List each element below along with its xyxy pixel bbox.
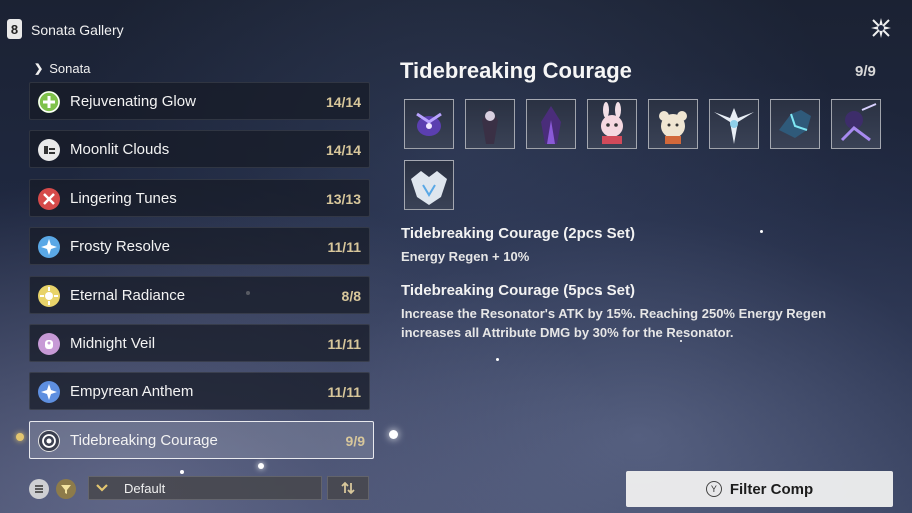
close-sparkle-icon[interactable] bbox=[868, 15, 894, 41]
sonata-count: 14/14 bbox=[325, 94, 361, 110]
sonata-name: Tidebreaking Courage bbox=[70, 431, 218, 449]
filter-comp-label: Filter Comp bbox=[729, 480, 814, 498]
star-decoration bbox=[760, 230, 763, 233]
funnel-icon[interactable] bbox=[56, 479, 76, 499]
echo-card[interactable] bbox=[465, 99, 515, 149]
detail-count: 9/9 bbox=[855, 63, 876, 80]
sonata-item-moonlit-clouds[interactable]: Moonlit Clouds 14/14 bbox=[29, 130, 370, 169]
star-decoration bbox=[389, 430, 398, 439]
sonata-list: Rejuvenating Glow 14/14 Moonlit Clouds 1… bbox=[29, 82, 374, 469]
target-icon bbox=[38, 429, 60, 452]
bonus-2pc-title: Tidebreaking Courage (2pcs Set) bbox=[401, 225, 635, 242]
sun-icon bbox=[38, 284, 60, 307]
sonata-item-empyrean-anthem[interactable]: Empyrean Anthem 11/11 bbox=[29, 372, 370, 411]
breadcrumb[interactable]: ❯ Sonata bbox=[34, 61, 90, 76]
chevron-right-icon: ❯ bbox=[34, 63, 44, 75]
star-decoration bbox=[180, 470, 184, 474]
sonata-name: Moonlit Clouds bbox=[70, 141, 170, 159]
echo-card[interactable] bbox=[709, 99, 759, 149]
sonata-count: 8/8 bbox=[341, 287, 361, 304]
sonata-name: Frosty Resolve bbox=[70, 238, 171, 256]
sonata-item-lingering-tunes[interactable]: Lingering Tunes 13/13 bbox=[29, 178, 370, 217]
bonus-5pc-title: Tidebreaking Courage (5pcs Set) bbox=[401, 282, 635, 299]
sort-select[interactable]: Default bbox=[88, 476, 322, 500]
echo-card[interactable] bbox=[831, 99, 881, 149]
sonata-count: 14/14 bbox=[325, 142, 361, 159]
list-icon[interactable] bbox=[29, 479, 49, 499]
crossed-swords-icon bbox=[38, 187, 60, 210]
bonus-5pc-text: Increase the Resonator's ATK by 15%. Rea… bbox=[401, 306, 827, 340]
sort-value: Default bbox=[124, 481, 166, 496]
sonata-count: 13/13 bbox=[325, 190, 361, 207]
breadcrumb-label: Sonata bbox=[49, 61, 91, 76]
selection-indicator bbox=[16, 433, 24, 441]
app-badge-icon: 8 bbox=[7, 19, 22, 39]
key-hint-icon: Y bbox=[705, 481, 722, 497]
bottom-toolbar: Default bbox=[29, 476, 374, 502]
top-bar: 8 Sonata Gallery bbox=[0, 0, 912, 60]
sonata-count: 11/11 bbox=[327, 239, 362, 256]
sonata-name: Rejuvenating Glow bbox=[70, 93, 196, 110]
detail-title: Tidebreaking Courage bbox=[400, 58, 632, 83]
echo-card[interactable] bbox=[526, 99, 576, 149]
sonata-item-eternal-radiance[interactable]: Eternal Radiance 8/8 bbox=[29, 275, 370, 314]
star-icon bbox=[38, 381, 60, 404]
sonata-count: 11/11 bbox=[327, 384, 362, 401]
sonata-name: Empyrean Anthem bbox=[70, 383, 194, 401]
app-title: Sonata Gallery bbox=[31, 22, 124, 38]
bonus-2pc-text: Energy Regen + 10% bbox=[401, 249, 530, 264]
sonata-name: Midnight Veil bbox=[70, 334, 156, 352]
sonata-item-rejuvenating-glow[interactable]: Rejuvenating Glow 14/14 bbox=[29, 82, 370, 120]
veil-icon bbox=[38, 332, 60, 355]
sonata-item-tidebreaking-courage[interactable]: Tidebreaking Courage 9/9 bbox=[29, 420, 374, 459]
sonata-count: 11/11 bbox=[327, 335, 362, 352]
sonata-name: Eternal Radiance bbox=[70, 286, 186, 304]
echo-card[interactable] bbox=[770, 99, 820, 149]
snowflake-icon bbox=[38, 236, 60, 259]
plus-icon bbox=[38, 91, 60, 113]
echo-card[interactable] bbox=[404, 160, 454, 210]
echo-card[interactable] bbox=[404, 99, 454, 149]
filter-comp-button[interactable]: Y Filter Comp bbox=[626, 471, 893, 507]
echo-card[interactable] bbox=[648, 99, 698, 149]
sonata-item-midnight-veil[interactable]: Midnight Veil 11/11 bbox=[29, 323, 370, 362]
sort-order-icon[interactable] bbox=[327, 476, 369, 500]
cloud-icon bbox=[38, 139, 60, 162]
sonata-item-frosty-resolve[interactable]: Frosty Resolve 11/11 bbox=[29, 227, 370, 266]
star-decoration bbox=[496, 358, 499, 361]
echo-card[interactable] bbox=[587, 99, 637, 149]
sonata-count: 9/9 bbox=[345, 432, 365, 449]
sonata-name: Lingering Tunes bbox=[70, 189, 177, 207]
chevron-down-icon bbox=[93, 480, 111, 496]
